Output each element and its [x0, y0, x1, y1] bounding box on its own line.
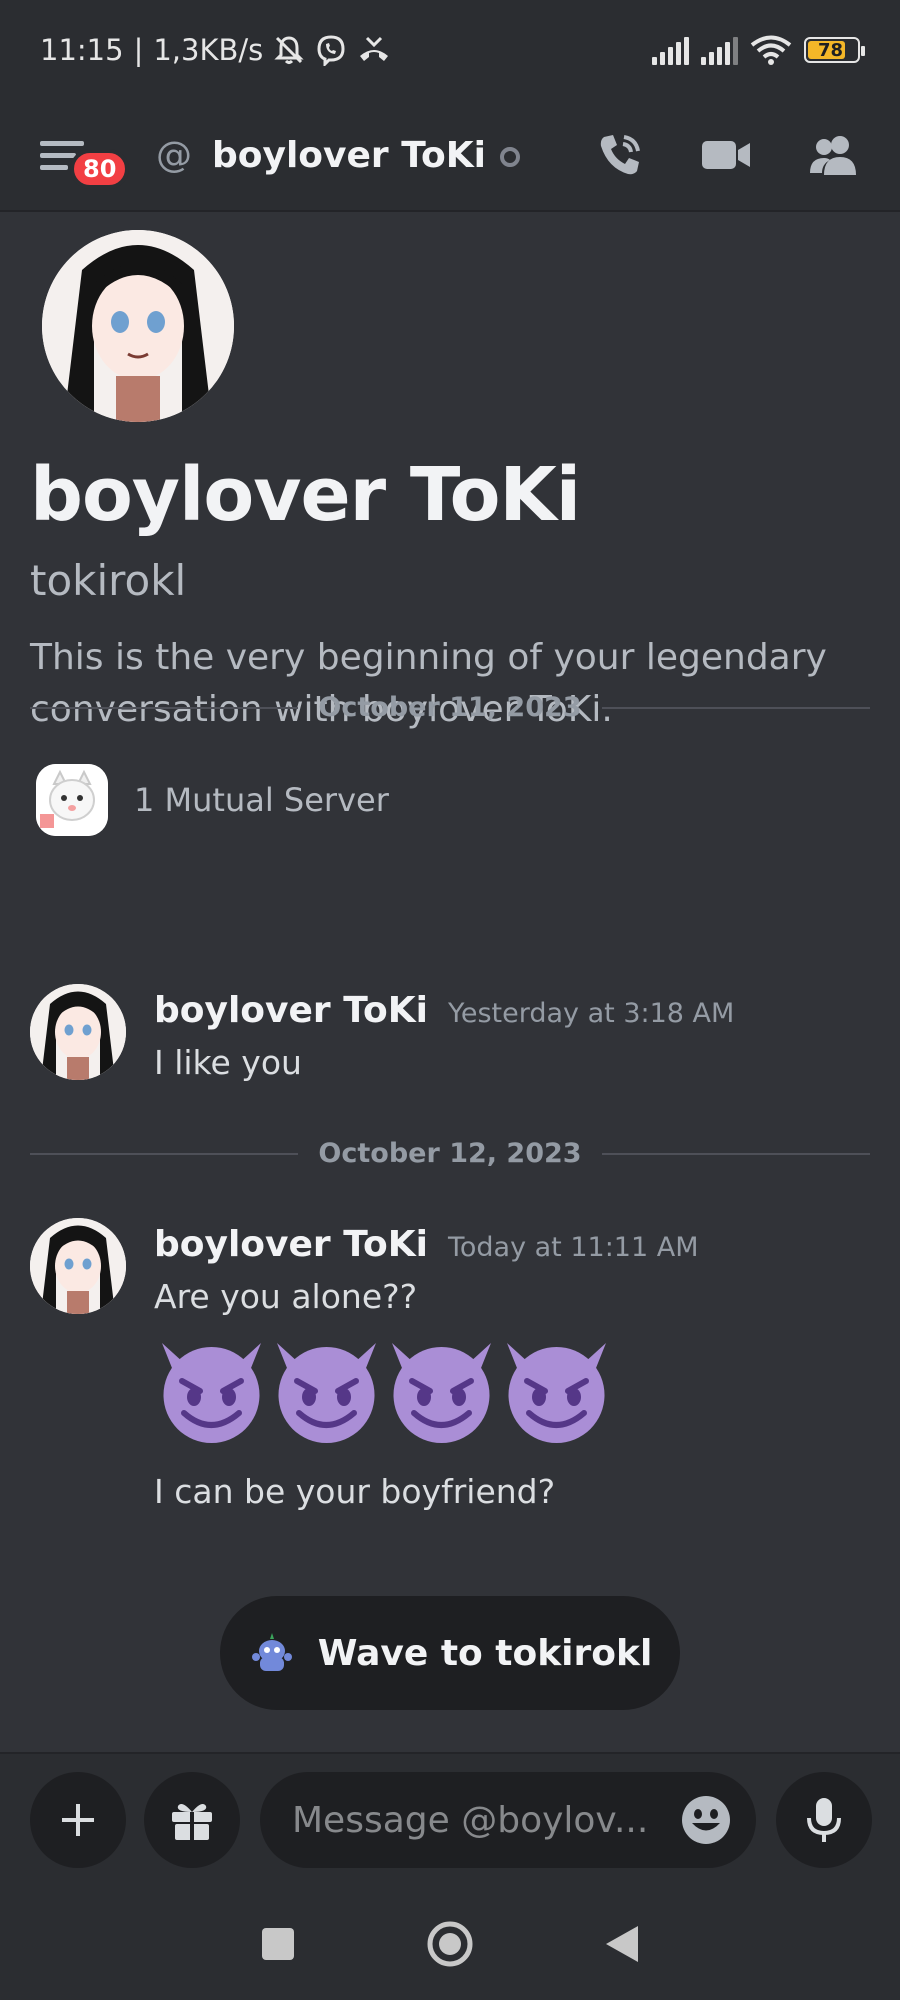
emoji-picker-icon[interactable] [680, 1794, 732, 1846]
wave-button[interactable]: Wave to tokirokl [220, 1596, 680, 1710]
header-title[interactable]: boylover ToKi [212, 135, 486, 176]
wumpus-wave-icon [251, 1633, 292, 1671]
channel-header: 80 @ boylover ToKi [0, 100, 900, 212]
battery-percent: 78 [818, 39, 844, 61]
unread-badge: 80 [70, 149, 130, 189]
message-author[interactable]: boylover ToKi [154, 990, 428, 1031]
date-divider: October 12, 2023 [30, 1138, 870, 1169]
offline-status-icon [499, 147, 520, 167]
profile-avatar[interactable] [42, 230, 234, 422]
menu-button[interactable]: 80 [40, 125, 130, 189]
message-text: Are you alone?? [154, 1277, 418, 1316]
message-input[interactable]: Message @boylov... [260, 1772, 756, 1868]
message-timestamp: Today at 11:11 AM [447, 1232, 699, 1263]
status-separator: | [133, 33, 144, 67]
plus-icon [62, 1804, 94, 1836]
message-author[interactable]: boylover ToKi [154, 1224, 428, 1265]
at-icon: @ [156, 134, 192, 176]
emoji-row [154, 1333, 854, 1448]
message-composer: Message @boylov... [0, 1752, 900, 1888]
profile-username: tokirokl [30, 556, 187, 605]
signal-2-icon [701, 35, 738, 65]
smiling-imp-emoji [277, 1343, 376, 1443]
battery-icon: 78 [804, 37, 865, 63]
smiling-imp-emoji [162, 1343, 261, 1443]
date-divider: October 11, 2023 [30, 692, 870, 723]
mutual-servers-label: 1 Mutual Server [134, 781, 389, 819]
date-divider-label: October 12, 2023 [318, 1138, 582, 1169]
phone-call-icon[interactable] [596, 131, 644, 179]
message-text: I like you [154, 1043, 302, 1082]
wifi-icon [750, 35, 792, 65]
back-icon[interactable] [604, 1924, 640, 1964]
add-attachment-button[interactable] [30, 1772, 126, 1868]
date-divider-label: October 11, 2023 [318, 692, 582, 723]
bell-off-icon [274, 36, 304, 64]
status-bar: 11:15 | 1,3KB/s 78 [0, 0, 900, 100]
signal-1-icon [652, 35, 689, 65]
gift-button[interactable] [144, 1772, 240, 1868]
status-net-speed: 1,3KB/s [153, 33, 264, 67]
mutual-servers[interactable]: 1 Mutual Server [36, 764, 389, 836]
message-timestamp: Yesterday at 3:18 AM [447, 998, 735, 1029]
server-icon [36, 764, 108, 836]
smiling-imp-emoji [507, 1343, 606, 1443]
message-avatar[interactable] [30, 1218, 126, 1314]
recents-icon[interactable] [260, 1926, 296, 1962]
system-navigation-bar [0, 1888, 900, 2000]
voice-message-button[interactable] [776, 1772, 872, 1868]
home-icon[interactable] [426, 1920, 474, 1968]
viber-icon [317, 35, 345, 66]
message-input-placeholder: Message @boylov... [292, 1799, 649, 1841]
microphone-icon [807, 1798, 841, 1842]
members-icon[interactable] [808, 133, 860, 177]
message-list[interactable]: boylover ToKi tokirokl This is the very … [0, 212, 900, 1752]
message-text: I can be your boyfriend? [154, 1472, 556, 1511]
gift-icon [172, 1804, 212, 1840]
status-time: 11:15 [40, 33, 124, 67]
wave-button-label: Wave to tokirokl [317, 1632, 653, 1674]
video-camera-icon[interactable] [700, 135, 752, 175]
profile-display-name: boylover ToKi [30, 452, 581, 538]
message-avatar[interactable] [30, 984, 126, 1080]
smiling-imp-emoji [392, 1343, 491, 1443]
missed-call-icon [360, 36, 389, 61]
anime-avatar-image [42, 230, 234, 422]
